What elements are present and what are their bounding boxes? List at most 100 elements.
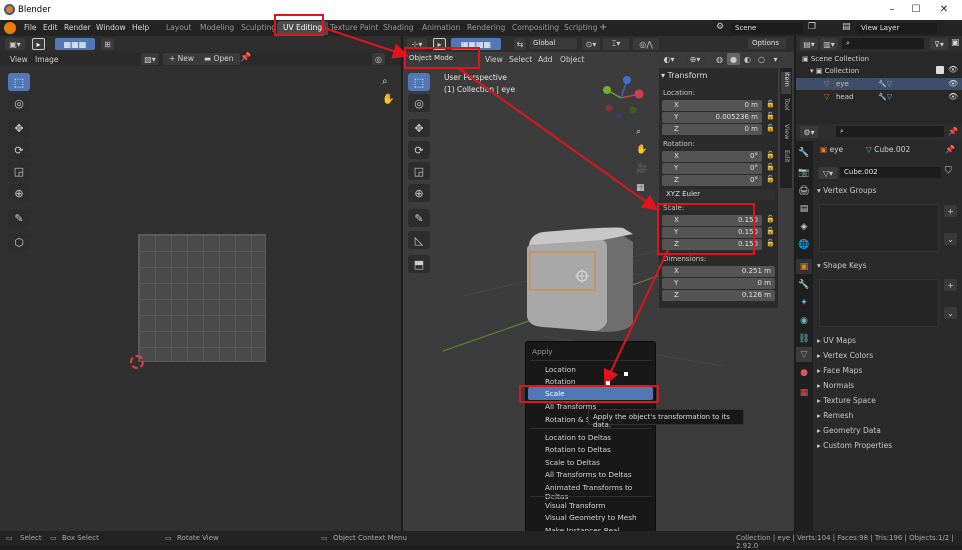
lock-icon[interactable]: 🔓 (766, 112, 775, 120)
display-mode-icon[interactable]: ▥▾ (820, 38, 838, 50)
tab-rendering[interactable]: Rendering (461, 21, 511, 35)
section-geometry-data[interactable]: ▸ Geometry Data (817, 426, 881, 439)
add-shape-key-button[interactable]: + (944, 279, 957, 291)
pin-icon[interactable]: 📌 (945, 145, 955, 154)
mesh-data-tab-icon[interactable]: ▽ (796, 347, 812, 362)
dimensions-x-field[interactable]: X 0.251 m (662, 266, 775, 277)
scene-tab-icon[interactable]: ◈ (796, 219, 812, 234)
uv-menu-image[interactable]: Image (35, 55, 59, 64)
lock-icon[interactable]: 🔓 (766, 124, 775, 132)
minimize-button[interactable]: – (885, 3, 899, 17)
section-normals[interactable]: ▸ Normals (817, 381, 854, 394)
section-face-maps[interactable]: ▸ Face Maps (817, 366, 862, 379)
section-uv-maps[interactable]: ▸ UV Maps (817, 336, 856, 349)
animated-transforms-to-deltas-item[interactable]: Animated Transforms to Deltas (545, 483, 655, 501)
material-shading-icon[interactable]: ◐ (741, 53, 754, 65)
menu-render[interactable]: Render (64, 23, 91, 32)
uv-menu-view[interactable]: View (10, 55, 28, 64)
rotation-z-field[interactable]: Z 0° (662, 175, 762, 186)
outliner-row-eye[interactable]: ▽ eye 🔧▽ 👁 (796, 78, 962, 90)
fake-user-icon[interactable]: ⛉ (945, 166, 952, 176)
tool-grab[interactable]: ⬡ (8, 233, 30, 251)
section-vertex-colors[interactable]: ▸ Vertex Colors (817, 351, 873, 364)
menu-window[interactable]: Window (96, 23, 126, 32)
view-layer-field[interactable]: View Layer (857, 23, 937, 34)
close-button[interactable]: ✕ (937, 3, 951, 17)
mesh-datablock-field[interactable]: Cube.002 (840, 167, 941, 178)
tool-annotate[interactable]: ✎ (8, 209, 30, 227)
tab-texture-paint[interactable]: Texture Paint (324, 21, 384, 35)
all-transforms-to-deltas-item[interactable]: All Transforms to Deltas (545, 470, 632, 479)
visual-transform-item[interactable]: Visual Transform (545, 501, 605, 510)
tool-rotate[interactable]: ⟳ (8, 141, 30, 159)
mesh-browse-icon[interactable]: ▽▾ (818, 167, 838, 179)
tool-tab-icon[interactable]: 🔧 (796, 145, 812, 160)
solid-shading-icon[interactable]: ● (727, 53, 740, 65)
location-z-field[interactable]: Z0 m (662, 124, 762, 135)
tab-animation[interactable]: Animation (416, 21, 466, 35)
blender-menu-icon[interactable] (4, 22, 16, 34)
new-collection-icon[interactable]: ▣ (951, 38, 960, 48)
eye-visibility-icon[interactable]: 👁 (948, 79, 958, 88)
add-workspace-icon[interactable]: + (599, 22, 607, 33)
new-image-button[interactable]: + New (163, 53, 201, 65)
rotation-mode-dropdown[interactable]: XYZ Euler (662, 189, 775, 200)
maximize-button[interactable]: ☐ (909, 3, 923, 17)
material-tab-icon[interactable]: ● (796, 365, 812, 380)
rotation-y-field[interactable]: Y 0° (662, 163, 762, 174)
gizmo-toggle-icon[interactable]: ⊕▾ (685, 53, 705, 65)
zoom-icon[interactable]: ⌕ (382, 76, 388, 87)
uv-grid[interactable] (138, 234, 266, 362)
section-shape-keys[interactable]: ▾ Shape Keys (817, 261, 867, 274)
shape-keys-list[interactable] (819, 279, 939, 327)
render-tab-icon[interactable]: 📷 (796, 165, 812, 180)
lock-icon[interactable]: 🔓 (766, 227, 775, 235)
sidebar-tab-edit[interactable]: Edit (781, 150, 791, 170)
apply-rotation-scale-item[interactable]: Rotation & S (545, 415, 590, 424)
tool-select-box[interactable]: ⬚ (8, 73, 30, 91)
rotation-to-deltas-item[interactable]: Rotation to Deltas (545, 445, 611, 454)
outliner-row-head[interactable]: ▽ head 🔧▽ 👁 (796, 91, 962, 103)
eye-visibility-icon[interactable]: 👁 (948, 65, 958, 74)
lock-icon[interactable]: 🔓 (766, 239, 775, 247)
scene-field[interactable]: Scene (731, 23, 803, 34)
outliner-editor-icon[interactable]: ▤▾ (800, 38, 818, 50)
collection-checkbox[interactable] (936, 66, 944, 74)
object-tab-icon[interactable]: ▣ (796, 259, 812, 274)
section-custom-properties[interactable]: ▸ Custom Properties (817, 441, 892, 454)
tab-shading[interactable]: Shading (377, 21, 419, 35)
dimensions-z-field[interactable]: Z 0.126 m (662, 290, 775, 301)
lock-icon[interactable]: 🔓 (766, 151, 775, 159)
apply-location-item[interactable]: Location (545, 365, 576, 374)
lock-icon[interactable]: 🔓 (766, 175, 775, 183)
scene-icon[interactable]: ⚙ (716, 22, 728, 34)
texture-tab-icon[interactable]: ▦ (796, 385, 812, 400)
filter-icon[interactable]: ⊽▾ (930, 38, 948, 50)
output-tab-icon[interactable]: 🖨 (796, 183, 812, 198)
open-image-button[interactable]: ▬ Open (198, 53, 240, 65)
section-vertex-groups[interactable]: ▾ Vertex Groups (817, 186, 876, 199)
lock-icon[interactable]: 🔓 (766, 215, 775, 223)
hand-icon[interactable]: ✋ (382, 94, 394, 105)
world-tab-icon[interactable]: 🌐 (796, 237, 812, 252)
editor-type-icon[interactable]: ▣▾ (5, 38, 25, 50)
tab-compositing[interactable]: Compositing (506, 21, 565, 35)
menu-file[interactable]: File (24, 23, 37, 32)
select-mode-icon[interactable]: ▸ (32, 38, 45, 50)
scene-collection-row[interactable]: ▣ Scene Collection (802, 55, 869, 63)
scale-to-deltas-item[interactable]: Scale to Deltas (545, 458, 600, 467)
eye-visibility-icon[interactable]: 👁 (948, 92, 958, 101)
tab-modeling[interactable]: Modeling (194, 21, 240, 35)
particles-tab-icon[interactable]: ✦ (796, 295, 812, 310)
tool-cursor[interactable]: ◎ (8, 94, 30, 112)
uv-cursor-icon[interactable] (130, 355, 144, 369)
vertex-group-menu-button[interactable]: ⌄ (944, 233, 957, 245)
location-to-deltas-item[interactable]: Location to Deltas (545, 433, 611, 442)
rotation-x-field[interactable]: X 0° (662, 151, 762, 162)
dimensions-y-field[interactable]: Y0 m (662, 278, 775, 289)
lock-icon[interactable]: 🔓 (766, 100, 775, 108)
section-texture-space[interactable]: ▸ Texture Space (817, 396, 876, 409)
sidebar-tab-tool[interactable]: Tool (781, 98, 791, 118)
physics-tab-icon[interactable]: ◉ (796, 313, 812, 328)
visual-geometry-to-mesh-item[interactable]: Visual Geometry to Mesh (545, 513, 637, 522)
